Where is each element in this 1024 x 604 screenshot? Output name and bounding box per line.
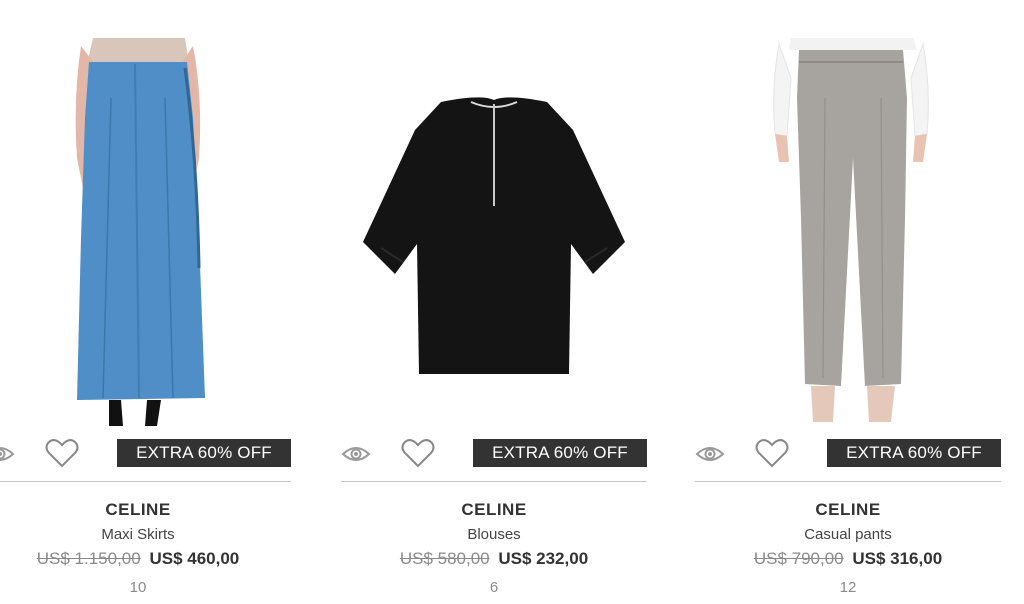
sale-price: US$ 316,00: [852, 549, 943, 568]
divider: [341, 481, 647, 482]
product-actions: EXTRA 60% OFF: [341, 436, 647, 472]
sale-price: US$ 460,00: [149, 549, 240, 568]
product-actions: EXTRA 60% OFF: [0, 436, 291, 472]
eye-icon[interactable]: [695, 440, 725, 468]
product-card[interactable]: EXTRA 60% OFF CELINE Blouses US$ 580,00 …: [341, 0, 647, 604]
original-price: US$ 1.150,00: [36, 549, 141, 568]
item-count: 6: [489, 579, 499, 596]
product-category[interactable]: Maxi Skirts: [0, 526, 291, 543]
eye-icon[interactable]: [341, 440, 371, 468]
product-image-maxi-skirt[interactable]: [0, 38, 291, 430]
price-line: US$ 790,00 US$ 316,00: [695, 549, 1001, 569]
item-count: 10: [129, 579, 147, 596]
promo-badge: EXTRA 60% OFF: [117, 439, 291, 467]
brand-name[interactable]: CELINE: [0, 500, 291, 520]
black-blouse-photo: [363, 97, 625, 374]
eye-icon[interactable]: [0, 440, 15, 468]
original-price: US$ 580,00: [399, 549, 490, 568]
brand-name[interactable]: CELINE: [341, 500, 647, 520]
price-line: US$ 580,00 US$ 232,00: [341, 549, 647, 569]
grey-pants-photo: [773, 38, 929, 422]
heart-icon[interactable]: [401, 437, 435, 469]
product-card[interactable]: EXTRA 60% OFF CELINE Maxi Skirts US$ 1.1…: [0, 0, 291, 604]
promo-badge: EXTRA 60% OFF: [827, 439, 1001, 467]
price-line: US$ 1.150,00 US$ 460,00: [0, 549, 291, 569]
promo-badge: EXTRA 60% OFF: [473, 439, 647, 467]
item-count: 12: [839, 579, 857, 596]
original-price: US$ 790,00: [753, 549, 844, 568]
heart-icon[interactable]: [755, 437, 789, 469]
sale-price: US$ 232,00: [498, 549, 589, 568]
heart-icon[interactable]: [45, 437, 79, 469]
product-category[interactable]: Blouses: [341, 526, 647, 543]
brand-name[interactable]: CELINE: [695, 500, 1001, 520]
product-image-blouse[interactable]: [341, 38, 647, 430]
blue-maxi-skirt-photo: [75, 38, 205, 426]
product-image-casual-pants[interactable]: [695, 38, 1001, 430]
product-card[interactable]: EXTRA 60% OFF CELINE Casual pants US$ 79…: [695, 0, 1001, 604]
divider: [695, 481, 1001, 482]
divider: [0, 481, 291, 482]
product-actions: EXTRA 60% OFF: [695, 436, 1001, 472]
product-category[interactable]: Casual pants: [695, 526, 1001, 543]
